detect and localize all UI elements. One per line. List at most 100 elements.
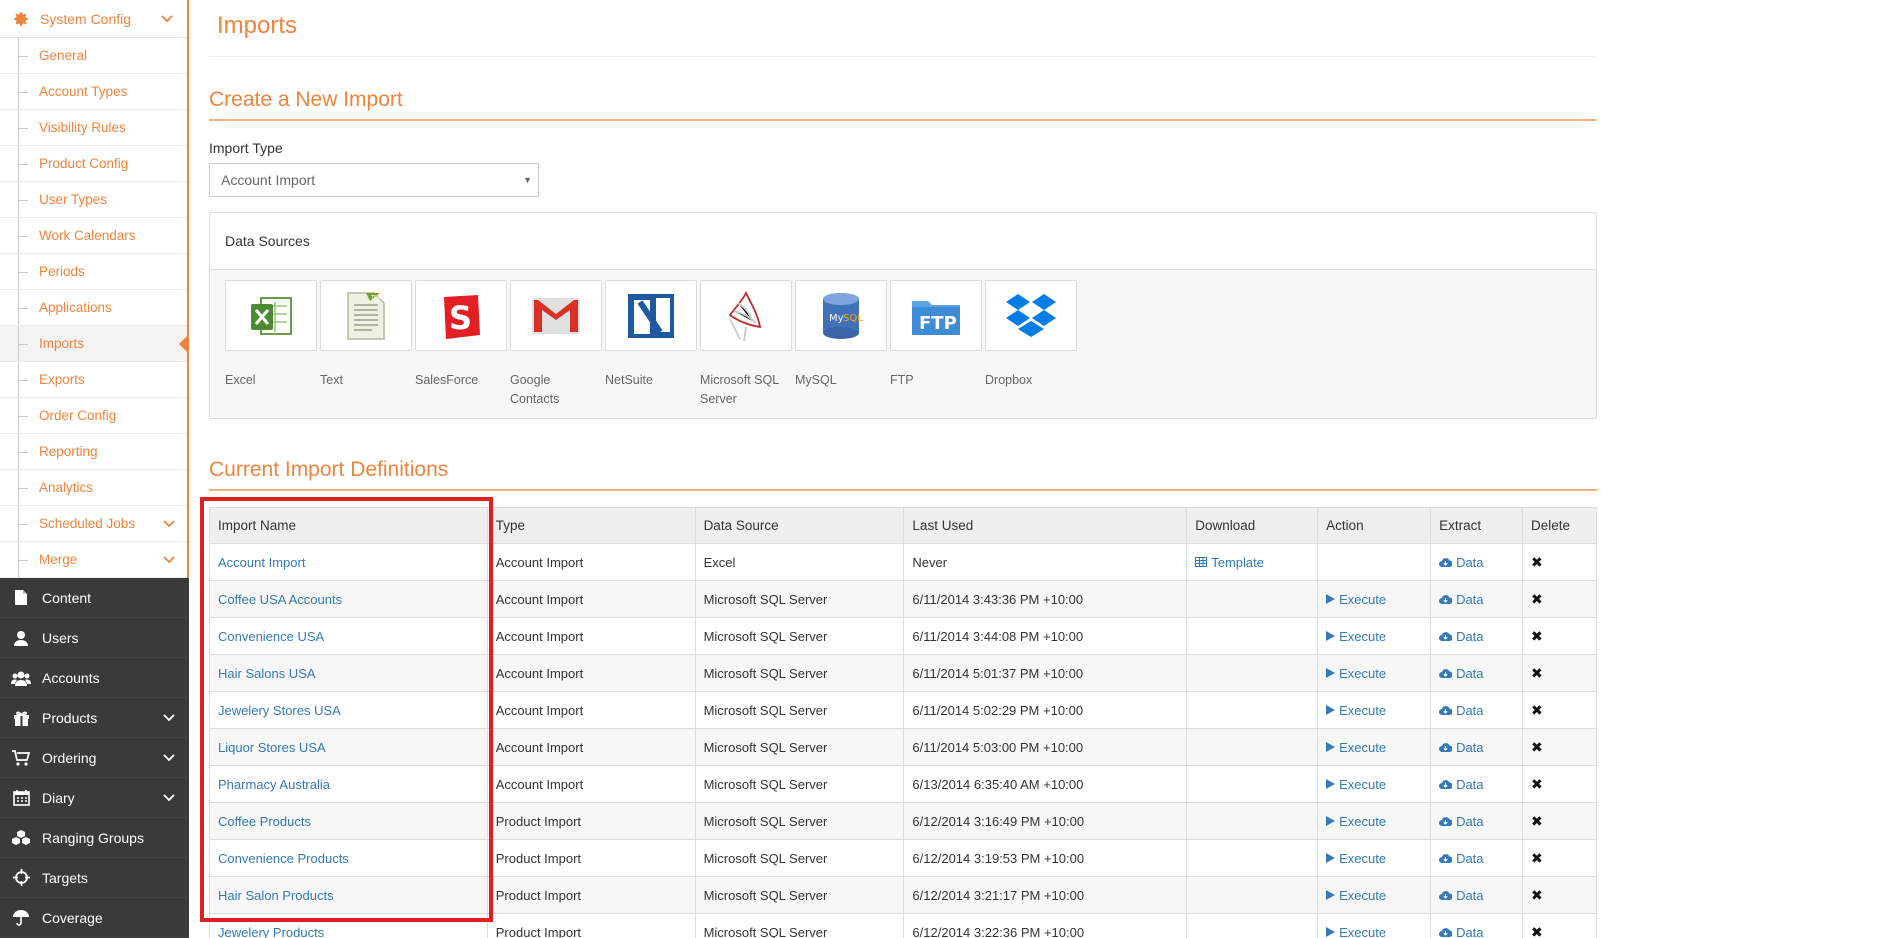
execute-button[interactable]: Execute (1326, 592, 1386, 607)
data-source-text[interactable]: TEXT Text (320, 280, 412, 390)
mysql-icon[interactable]: My SQL (795, 280, 887, 351)
data-source-netsuite[interactable]: NetSuite (605, 280, 697, 390)
sidebar-item-user-types[interactable]: User Types (0, 182, 187, 218)
netsuite-icon[interactable] (605, 280, 697, 351)
system-config-header[interactable]: System Config (0, 0, 187, 38)
sidebar-item-label: Account Types (39, 84, 128, 99)
sidebar-item-reporting[interactable]: Reporting (0, 434, 187, 470)
delete-icon[interactable]: ✖ (1531, 665, 1543, 681)
execute-button[interactable]: Execute (1326, 851, 1386, 866)
nav-item-users[interactable]: Users (0, 618, 189, 658)
sidebar-item-exports[interactable]: Exports (0, 362, 187, 398)
delete-icon[interactable]: ✖ (1531, 591, 1543, 607)
delete-icon[interactable]: ✖ (1531, 702, 1543, 718)
execute-label: Execute (1339, 887, 1387, 903)
nav-item-content[interactable]: Content (0, 578, 189, 618)
execute-button[interactable]: Execute (1326, 925, 1386, 938)
sidebar-item-visibility-rules[interactable]: Visibility Rules (0, 110, 187, 146)
import-name-link[interactable]: Coffee Products (218, 814, 311, 829)
template-link[interactable]: Template (1195, 555, 1264, 570)
extract-data-link[interactable]: Data (1439, 740, 1484, 755)
import-name-link[interactable]: Hair Salons USA (218, 666, 316, 681)
table-row: Hair Salons USA Account Import Microsoft S… (209, 654, 1598, 692)
cell-delete: ✖ (1521, 802, 1598, 840)
import-name-link[interactable]: Account Import (218, 555, 305, 570)
execute-button[interactable]: Execute (1326, 629, 1386, 644)
extract-data-link[interactable]: Data (1439, 555, 1484, 570)
salesforce-icon[interactable]: S (415, 280, 507, 351)
sidebar-item-scheduled-jobs[interactable]: Scheduled Jobs (0, 506, 187, 542)
nav-item-coverage[interactable]: Coverage (0, 898, 189, 938)
excel-icon[interactable] (225, 280, 317, 351)
sidebar-item-imports[interactable]: Imports (0, 326, 189, 362)
delete-icon[interactable]: ✖ (1531, 924, 1543, 938)
import-name-link[interactable]: Jewelery Products (218, 925, 324, 938)
extract-data-link[interactable]: Data (1439, 851, 1484, 866)
sidebar-item-analytics[interactable]: Analytics (0, 470, 187, 506)
cell-download (1186, 876, 1319, 914)
extract-data-link[interactable]: Data (1439, 629, 1484, 644)
import-name-link[interactable]: Hair Salon Products (218, 888, 334, 903)
import-name-link[interactable]: Coffee USA Accounts (218, 592, 342, 607)
extract-data-link[interactable]: Data (1439, 814, 1484, 829)
execute-button[interactable]: Execute (1326, 814, 1386, 829)
sidebar-item-work-calendars[interactable]: Work Calendars (0, 218, 187, 254)
import-type-select[interactable]: Account Import ▼ (209, 163, 539, 197)
sql-server-icon[interactable] (700, 280, 792, 351)
sidebar-item-account-types[interactable]: Account Types (0, 74, 187, 110)
data-source-ftp[interactable]: FTP FTP (890, 280, 982, 390)
text-file-icon[interactable]: TEXT (320, 280, 412, 351)
delete-icon[interactable]: ✖ (1531, 850, 1543, 866)
chevron-down-icon (163, 555, 175, 564)
sidebar-item-order-config[interactable]: Order Config (0, 398, 187, 434)
delete-icon[interactable]: ✖ (1531, 776, 1543, 792)
extract-data-link[interactable]: Data (1439, 666, 1484, 681)
sidebar-item-applications[interactable]: Applications (0, 290, 187, 326)
extract-data-link[interactable]: Data (1439, 925, 1484, 938)
execute-button[interactable]: Execute (1326, 777, 1386, 792)
ftp-icon[interactable]: FTP (890, 280, 982, 351)
delete-icon[interactable]: ✖ (1531, 887, 1543, 903)
sidebar-item-general[interactable]: General (0, 38, 187, 74)
dropbox-icon[interactable] (985, 280, 1077, 351)
data-source-salesforce[interactable]: S SalesForce (415, 280, 507, 390)
import-name-link[interactable]: Jewelery Stores USA (218, 703, 341, 718)
data-source-mysql[interactable]: My SQL MySQL (795, 280, 887, 390)
sidebar-item-label: Scheduled Jobs (39, 516, 136, 531)
import-name-link[interactable]: Convenience Products (218, 851, 349, 866)
nav-item-diary[interactable]: Diary (0, 778, 189, 818)
execute-label: Execute (1339, 739, 1387, 755)
gmail-icon[interactable] (510, 280, 602, 351)
delete-icon[interactable]: ✖ (1531, 813, 1543, 829)
import-name-link[interactable]: Pharmacy Australia (218, 777, 330, 792)
execute-button[interactable]: Execute (1326, 666, 1386, 681)
data-source-excel[interactable]: Excel (225, 280, 317, 390)
nav-item-products[interactable]: Products (0, 698, 189, 738)
execute-button[interactable]: Execute (1326, 888, 1386, 903)
sidebar-item-product-config[interactable]: Product Config (0, 146, 187, 182)
data-source-google-contacts[interactable]: Google Contacts (510, 280, 602, 409)
extract-data-link[interactable]: Data (1439, 592, 1484, 607)
delete-icon[interactable]: ✖ (1531, 739, 1543, 755)
nav-item-ordering[interactable]: Ordering (0, 738, 189, 778)
extract-data-link[interactable]: Data (1439, 888, 1484, 903)
execute-button[interactable]: Execute (1326, 740, 1386, 755)
sidebar-item-merge[interactable]: Merge (0, 542, 187, 578)
import-name-link[interactable]: Convenience USA (218, 629, 324, 644)
extract-data-link[interactable]: Data (1439, 777, 1484, 792)
extract-data-link[interactable]: Data (1439, 703, 1484, 718)
sidebar-item-periods[interactable]: Periods (0, 254, 187, 290)
import-name-link[interactable]: Liquor Stores USA (218, 740, 326, 755)
nav-item-accounts[interactable]: Accounts (0, 658, 189, 698)
delete-icon[interactable]: ✖ (1531, 628, 1543, 644)
cell-import-name: Hair Salon Products (209, 876, 488, 914)
execute-button[interactable]: Execute (1326, 703, 1386, 718)
table-row: Jewelery Stores USA Account Import Microso… (209, 691, 1598, 729)
sidebar-item-label: Exports (39, 372, 85, 387)
data-source-dropbox[interactable]: Dropbox (985, 280, 1077, 390)
data-source-microsoft-sql-server[interactable]: Microsoft SQL Server (700, 280, 792, 409)
execute-label: Execute (1339, 665, 1387, 681)
delete-icon[interactable]: ✖ (1531, 554, 1543, 570)
nav-item-targets[interactable]: Targets (0, 858, 189, 898)
nav-item-ranging-groups[interactable]: Ranging Groups (0, 818, 189, 858)
